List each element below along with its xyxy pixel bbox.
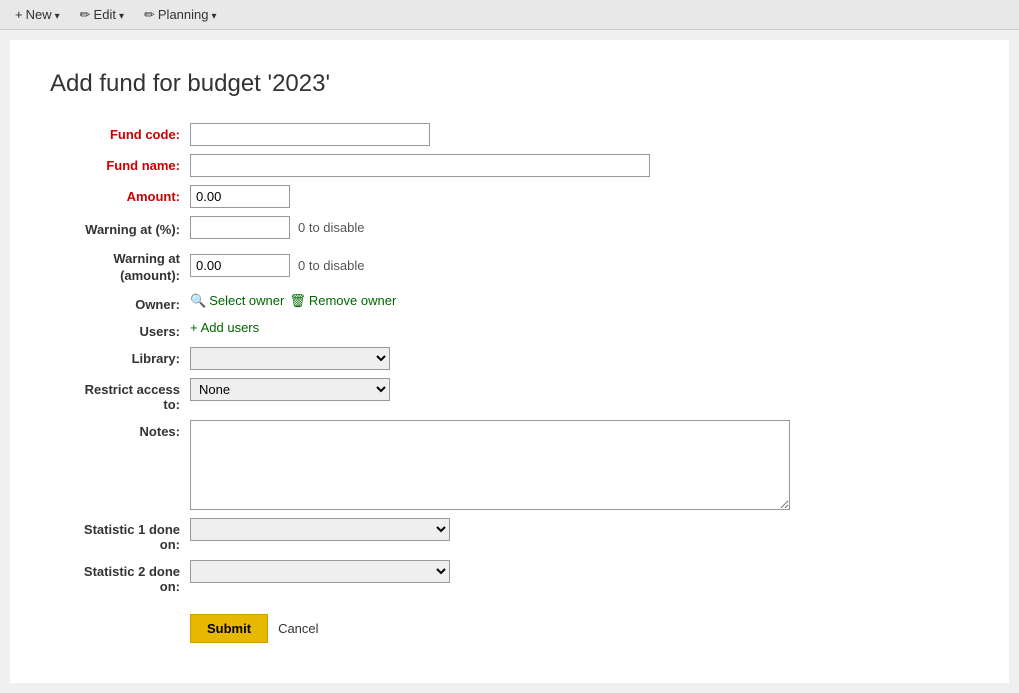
toolbar: + New ✏ Edit ✏ Planning — [0, 0, 1019, 30]
fund-code-field — [190, 123, 969, 146]
edit-button[interactable]: ✏ Edit — [75, 5, 129, 25]
fund-name-field — [190, 154, 969, 177]
new-label: New — [26, 7, 52, 22]
fund-name-input[interactable] — [190, 154, 650, 177]
edit-label: Edit — [94, 7, 116, 22]
amount-input[interactable] — [190, 185, 290, 208]
submit-button[interactable]: Submit — [190, 614, 268, 643]
remove-owner-label: Remove owner — [309, 293, 396, 308]
users-field: + Add users — [190, 320, 969, 335]
cancel-button[interactable]: Cancel — [278, 621, 318, 636]
amount-label: Amount: — [50, 185, 190, 204]
edit-caret-icon — [119, 7, 124, 22]
owner-row: Owner: 🔍 Select owner 🗑 Remove owner — [50, 293, 969, 312]
warning-amt-input[interactable] — [190, 254, 290, 277]
search-icon: 🔍 — [190, 293, 206, 309]
warning-pct-row: Warning at (%): 0 to disable — [50, 216, 969, 239]
notes-field — [190, 420, 969, 510]
stat1-row: Statistic 1 doneon: — [50, 518, 969, 552]
notes-row: Notes: — [50, 420, 969, 510]
library-select[interactable] — [190, 347, 390, 370]
stat2-select[interactable] — [190, 560, 450, 583]
users-label: Users: — [50, 320, 190, 339]
restrict-row: Restrict accessto: None — [50, 378, 969, 412]
library-label: Library: — [50, 347, 190, 366]
warning-amt-label: Warning at(amount): — [50, 247, 190, 285]
add-users-label: Add users — [201, 320, 260, 335]
warning-pct-label: Warning at (%): — [50, 218, 190, 237]
amount-field — [190, 185, 969, 208]
form-actions: Submit Cancel — [50, 614, 969, 643]
owner-field: 🔍 Select owner 🗑 Remove owner — [190, 293, 969, 309]
notes-textarea[interactable] — [190, 420, 790, 510]
plus-icon: + — [15, 7, 23, 22]
users-row: Users: + Add users — [50, 320, 969, 339]
stat1-select[interactable] — [190, 518, 450, 541]
new-button[interactable]: + New — [10, 5, 65, 24]
stat2-field — [190, 560, 969, 583]
fund-code-row: Fund code: — [50, 123, 969, 146]
stat1-field — [190, 518, 969, 541]
restrict-label: Restrict accessto: — [50, 378, 190, 412]
remove-owner-button[interactable]: 🗑 Remove owner — [289, 293, 396, 309]
library-row: Library: — [50, 347, 969, 370]
stat2-label: Statistic 2 doneon: — [50, 560, 190, 594]
fund-code-input[interactable] — [190, 123, 430, 146]
planning-label: Planning — [158, 7, 209, 22]
stat1-label: Statistic 1 doneon: — [50, 518, 190, 552]
warning-pct-hint: 0 to disable — [298, 220, 365, 235]
trash-icon: 🗑 — [289, 293, 306, 309]
select-owner-label: Select owner — [209, 293, 284, 308]
stat2-row: Statistic 2 doneon: — [50, 560, 969, 594]
fund-code-label: Fund code: — [50, 123, 190, 142]
fund-name-label: Fund name: — [50, 154, 190, 173]
owner-label: Owner: — [50, 293, 190, 312]
add-users-button[interactable]: + Add users — [190, 320, 259, 335]
plus-icon: + — [190, 320, 198, 335]
warning-pct-field: 0 to disable — [190, 216, 969, 239]
library-field — [190, 347, 969, 370]
new-caret-icon — [55, 7, 60, 22]
main-content: Add fund for budget '2023' Fund code: Fu… — [10, 40, 1009, 683]
warning-amt-row: Warning at(amount): 0 to disable — [50, 247, 969, 285]
restrict-field: None — [190, 378, 969, 401]
notes-label: Notes: — [50, 420, 190, 439]
warning-amt-hint: 0 to disable — [298, 258, 365, 273]
amount-row: Amount: — [50, 185, 969, 208]
restrict-select[interactable]: None — [190, 378, 390, 401]
planning-button[interactable]: ✏ Planning — [139, 5, 222, 25]
planning-caret-icon — [212, 7, 217, 22]
select-owner-button[interactable]: 🔍 Select owner — [190, 293, 284, 309]
warning-pct-input[interactable] — [190, 216, 290, 239]
fund-name-row: Fund name: — [50, 154, 969, 177]
pencil-icon: ✏ — [80, 7, 91, 23]
page-title: Add fund for budget '2023' — [50, 70, 969, 98]
warning-amt-field: 0 to disable — [190, 254, 969, 277]
planning-pencil-icon: ✏ — [144, 7, 155, 23]
